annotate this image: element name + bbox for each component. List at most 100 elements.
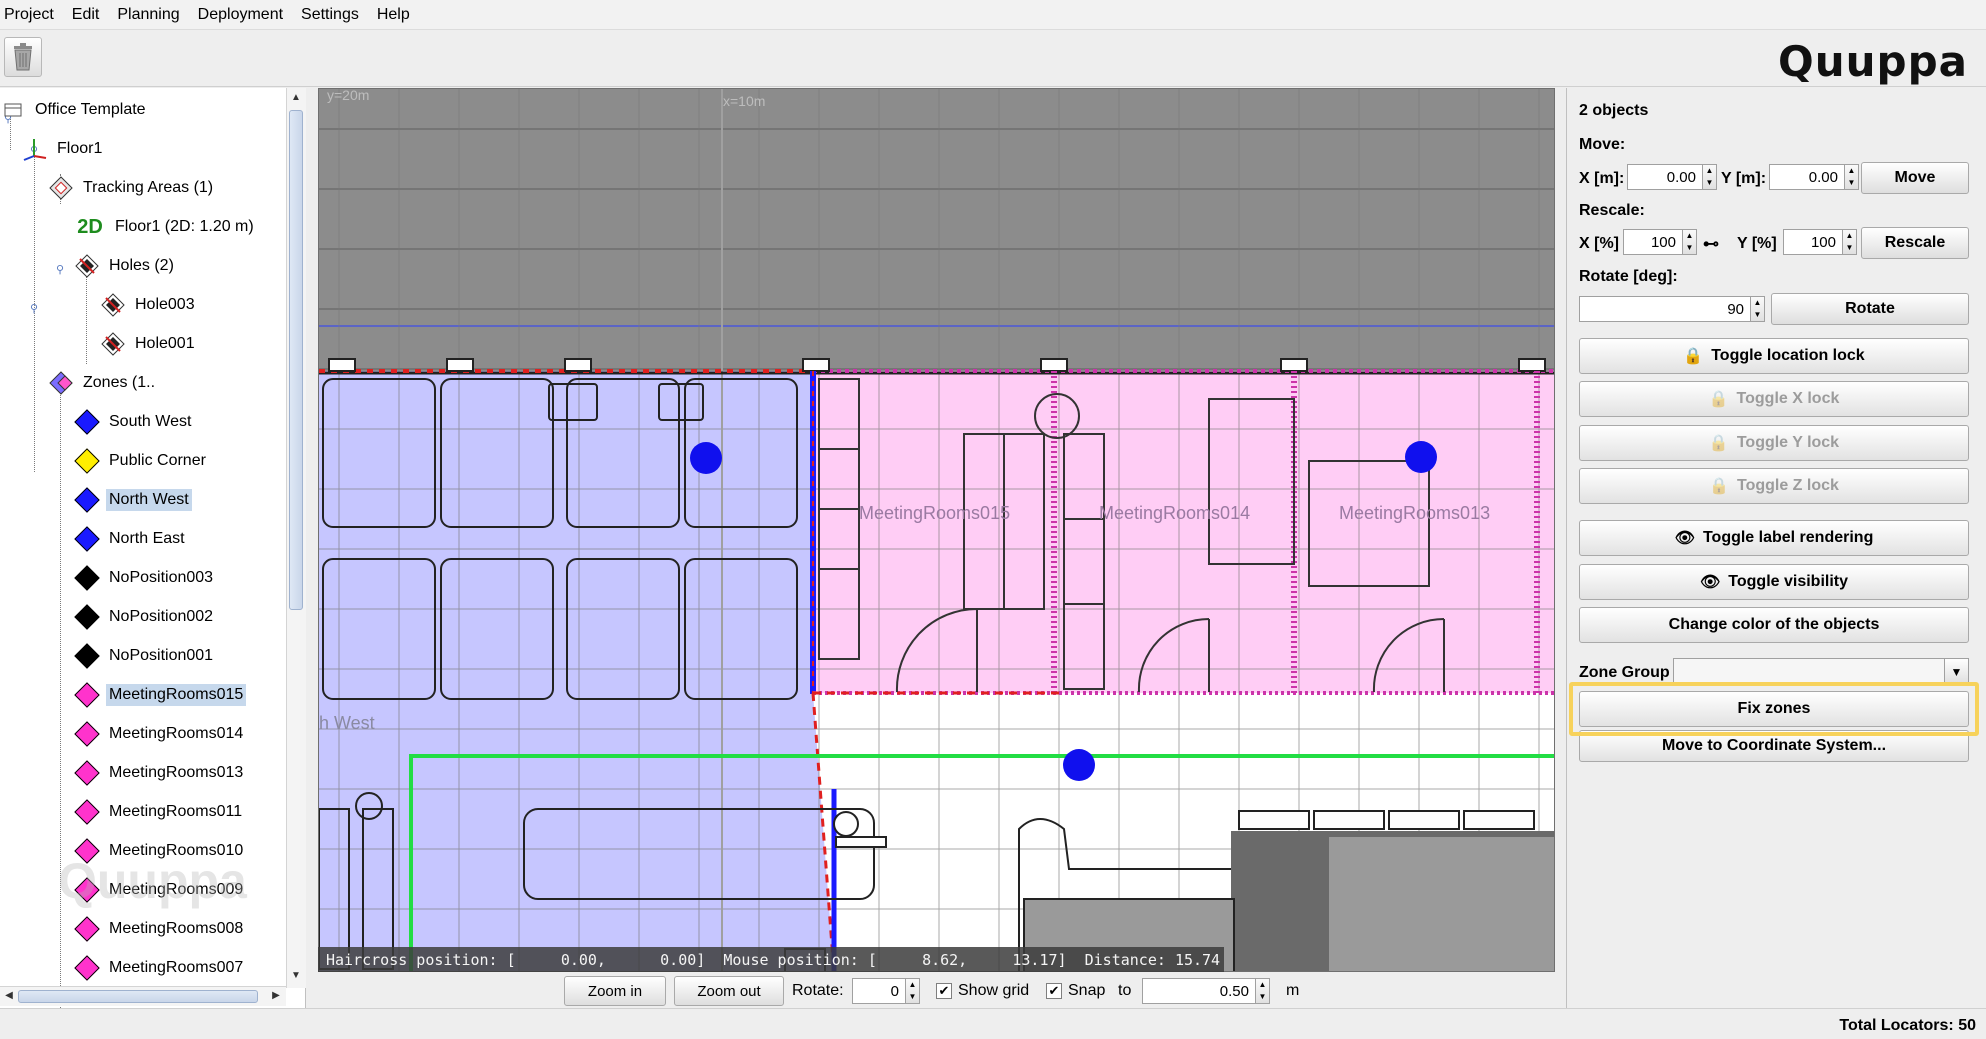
- toggle-location-lock-button[interactable]: 🔒 Toggle location lock: [1579, 338, 1969, 374]
- toggle-x-lock-label: Toggle X lock: [1736, 390, 1840, 407]
- toggle-y-lock-label: Toggle Y lock: [1736, 434, 1840, 451]
- toggle-z-lock-label: Toggle Z lock: [1736, 477, 1839, 494]
- tree-item-zone-public-corner[interactable]: Public Corner: [74, 446, 209, 476]
- tree-item-zone-meetingrooms008[interactable]: MeetingRooms008: [74, 914, 246, 944]
- menu-project[interactable]: Project: [4, 6, 62, 24]
- zone-diamond-icon: [74, 799, 100, 825]
- tree-item-zone-north-west[interactable]: North West: [74, 485, 192, 515]
- show-grid-checkbox[interactable]: ✔ Show grid: [936, 982, 1029, 1000]
- tree-item-floor1-2d[interactable]: 2D Floor1 (2D: 1.20 m): [74, 212, 257, 242]
- toolbar: Quuppa: [0, 31, 1986, 87]
- menu-settings[interactable]: Settings: [301, 6, 367, 24]
- toggle-y-lock-button[interactable]: 🔒 Toggle Y lock: [1579, 425, 1969, 461]
- zone-diamond-icon: [74, 448, 100, 474]
- tree-item-zone-meetingrooms007[interactable]: MeetingRooms007: [74, 953, 246, 983]
- tree-item-project[interactable]: Office Template: [0, 95, 149, 125]
- tree-item-zone-north-east[interactable]: North East: [74, 524, 188, 554]
- rescale-button[interactable]: Rescale: [1861, 227, 1969, 259]
- toggle-x-lock-button[interactable]: 🔒 Toggle X lock: [1579, 381, 1969, 417]
- rescale-y-spinner[interactable]: ▲ ▼: [1843, 229, 1857, 255]
- move-to-coordinate-system-button[interactable]: Move to Coordinate System...: [1579, 730, 1969, 762]
- snap-value-input[interactable]: 0.50: [1142, 978, 1256, 1004]
- scroll-right-icon[interactable]: ▶: [268, 988, 284, 1004]
- floorplan-drawing[interactable]: [319, 89, 1555, 972]
- checkmark-icon: ✔: [1046, 983, 1062, 999]
- move-x-input[interactable]: 0.00: [1627, 164, 1703, 190]
- snap-spinner[interactable]: ▲ ▼: [1256, 978, 1270, 1004]
- toggle-z-lock-button[interactable]: 🔒 Toggle Z lock: [1579, 468, 1969, 504]
- tree-item-tracking-areas[interactable]: Tracking Areas (1): [48, 173, 216, 203]
- tree-item-label: Holes (2): [109, 257, 174, 274]
- tree-item-label: Hole003: [135, 296, 195, 313]
- fix-zones-label: Fix zones: [1737, 700, 1811, 717]
- tree-item-zone-meetingrooms013[interactable]: MeetingRooms013: [74, 758, 246, 788]
- link-aspect-icon[interactable]: ⊷: [1703, 234, 1719, 254]
- floorplan-canvas[interactable]: y=20m x=10m MeetingRooms015 MeetingRooms…: [318, 88, 1555, 972]
- menu-help[interactable]: Help: [377, 6, 418, 24]
- zoom-out-button[interactable]: Zoom out: [674, 976, 784, 1006]
- tree-item-zones[interactable]: Zones (1..: [48, 368, 158, 398]
- tree-item-zone-meetingrooms015[interactable]: MeetingRooms015: [74, 680, 247, 710]
- tree-item-holes[interactable]: Holes (2): [74, 251, 177, 281]
- scroll-up-icon[interactable]: ▲: [288, 90, 304, 106]
- tree-item-floor1[interactable]: Floor1: [22, 134, 105, 164]
- rotate-deg-input[interactable]: 90: [1579, 296, 1751, 322]
- menu-edit[interactable]: Edit: [72, 6, 108, 24]
- tree-vertical-scrollbar[interactable]: ▲ ▼: [286, 88, 306, 988]
- snap-checkbox[interactable]: ✔ Snap: [1046, 982, 1105, 1000]
- scroll-thumb[interactable]: [289, 110, 303, 610]
- project-icon: [0, 97, 26, 123]
- tree-item-label: Tracking Areas (1): [83, 179, 214, 196]
- rotate-spinner[interactable]: ▲ ▼: [906, 978, 920, 1004]
- tree-item-zone-noposition001[interactable]: NoPosition001: [74, 641, 216, 671]
- project-tree: ⚲ ⚲ ⚲ ⚲ Office Template Floor1 Tracking …: [0, 88, 306, 1008]
- tree-item-hole003[interactable]: Hole003: [100, 290, 198, 320]
- tree-item-label: North East: [109, 530, 185, 547]
- menu-deployment[interactable]: Deployment: [198, 6, 291, 24]
- rescale-x-input[interactable]: 100: [1623, 229, 1683, 255]
- tree-item-zone-noposition002[interactable]: NoPosition002: [74, 602, 216, 632]
- objects-count: 2 objects: [1579, 102, 1649, 119]
- move-x-spinner[interactable]: ▲ ▼: [1703, 164, 1717, 190]
- tree-horizontal-scrollbar[interactable]: ◀ ▶: [0, 986, 286, 1006]
- rotate-deg-spinner[interactable]: ▲ ▼: [1751, 296, 1765, 322]
- distance-value: 15.74: [1174, 950, 1221, 969]
- chevron-down-icon[interactable]: ▼: [1944, 659, 1968, 685]
- tree-item-zone-noposition003[interactable]: NoPosition003: [74, 563, 216, 593]
- x-m-label: X [m]:: [1579, 170, 1625, 187]
- rotate-input[interactable]: 0: [852, 978, 906, 1004]
- holes-icon: [74, 253, 100, 279]
- move-y-input[interactable]: 0.00: [1769, 164, 1845, 190]
- tree-item-label: MeetingRooms013: [109, 764, 244, 781]
- scroll-thumb[interactable]: [18, 990, 258, 1003]
- zoom-in-button[interactable]: Zoom in: [564, 976, 666, 1006]
- rotate-button[interactable]: Rotate: [1771, 293, 1969, 325]
- expand-holes-icon[interactable]: ⚲: [56, 264, 66, 276]
- tree-item-zone-south-west[interactable]: South West: [74, 407, 194, 437]
- fix-zones-button[interactable]: Fix zones: [1579, 691, 1969, 727]
- tree-item-label: MeetingRooms015: [106, 684, 247, 706]
- scroll-left-icon[interactable]: ◀: [1, 988, 17, 1004]
- expand-zones-icon[interactable]: ⚲: [30, 303, 40, 315]
- lock-icon: 🔒: [1708, 435, 1729, 452]
- zone-diamond-icon: [74, 643, 100, 669]
- rescale-y-input[interactable]: 100: [1783, 229, 1843, 255]
- tree-item-zone-meetingrooms014[interactable]: MeetingRooms014: [74, 719, 246, 749]
- zone-group-select[interactable]: ▼: [1673, 658, 1969, 686]
- move-y-spinner[interactable]: ▲ ▼: [1845, 164, 1859, 190]
- toggle-label-rendering-button[interactable]: 👁 Toggle label rendering: [1579, 520, 1969, 556]
- scroll-down-icon[interactable]: ▼: [288, 968, 304, 984]
- hole-icon: [100, 331, 126, 357]
- eye-icon: 👁: [1674, 530, 1695, 547]
- move-button[interactable]: Move: [1861, 162, 1969, 194]
- delete-button[interactable]: [4, 37, 42, 77]
- tree-item-hole001[interactable]: Hole001: [100, 329, 198, 359]
- tree-item-zone-meetingrooms011[interactable]: MeetingRooms011: [74, 797, 245, 827]
- menu-planning[interactable]: Planning: [117, 6, 187, 24]
- change-color-button[interactable]: Change color of the objects: [1579, 607, 1969, 643]
- toggle-label-rendering-label: Toggle label rendering: [1702, 529, 1874, 546]
- watermark-logo: Quuppa: [58, 853, 247, 909]
- toggle-visibility-button[interactable]: 👁 Toggle visibility: [1579, 564, 1969, 600]
- zones-icon: [48, 370, 74, 396]
- rescale-x-spinner[interactable]: ▲ ▼: [1683, 229, 1697, 255]
